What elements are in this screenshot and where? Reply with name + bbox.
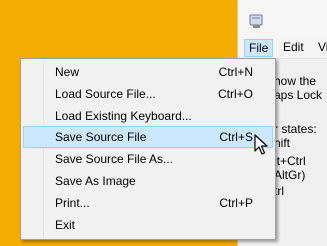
background-text: AltGr)	[274, 168, 306, 182]
menu-item-label: Load Existing Keyboard...	[55, 109, 192, 123]
menu-view[interactable]: Vi	[314, 39, 327, 55]
file-menu-dropdown: New Ctrl+N Load Source File... Ctrl+O Lo…	[20, 58, 276, 240]
menu-item-label: Save Source File	[55, 130, 147, 144]
menu-item-label: Print...	[55, 196, 90, 210]
background-text: lt+Ctrl	[274, 154, 306, 168]
menu-bar: File Edit Vi	[238, 38, 327, 59]
background-text: hift	[274, 136, 291, 150]
menu-item-shortcut: Ctrl+N	[218, 65, 253, 79]
background-text: how the	[274, 74, 317, 88]
menu-item-save-as-image[interactable]: Save As Image	[23, 170, 273, 192]
menu-item-exit[interactable]: Exit	[23, 214, 273, 236]
mouse-pointer-icon	[254, 134, 268, 155]
menu-item-save-source-file[interactable]: Save Source File Ctrl+S	[23, 126, 273, 148]
menu-item-shortcut: Ctrl+O	[217, 87, 253, 101]
menu-item-save-source-file-as[interactable]: Save Source File As...	[23, 148, 273, 170]
menu-item-shortcut: Ctrl+P	[219, 196, 253, 210]
menu-item-label: Exit	[55, 218, 76, 232]
menu-item-print[interactable]: Print... Ctrl+P	[23, 192, 273, 214]
menu-item-shortcut: Ctrl+S	[219, 130, 253, 144]
menu-item-load-existing-keyboard[interactable]: Load Existing Keyboard...	[23, 105, 273, 127]
menu-item-label: Load Source File...	[55, 87, 156, 101]
keyboard-app-icon	[249, 14, 263, 28]
menu-item-new[interactable]: New Ctrl+N	[23, 61, 273, 83]
menu-file[interactable]: File	[244, 39, 274, 57]
window-titlebar	[238, 0, 327, 40]
menu-edit[interactable]: Edit	[279, 39, 308, 55]
menu-item-label: New	[55, 65, 80, 79]
background-text: r states:	[274, 122, 317, 136]
menu-item-label: Save Source File As...	[55, 152, 174, 166]
menu-item-load-source-file[interactable]: Load Source File... Ctrl+O	[23, 83, 273, 105]
menu-item-label: Save As Image	[55, 174, 136, 188]
background-text: aps Lock	[274, 88, 323, 102]
